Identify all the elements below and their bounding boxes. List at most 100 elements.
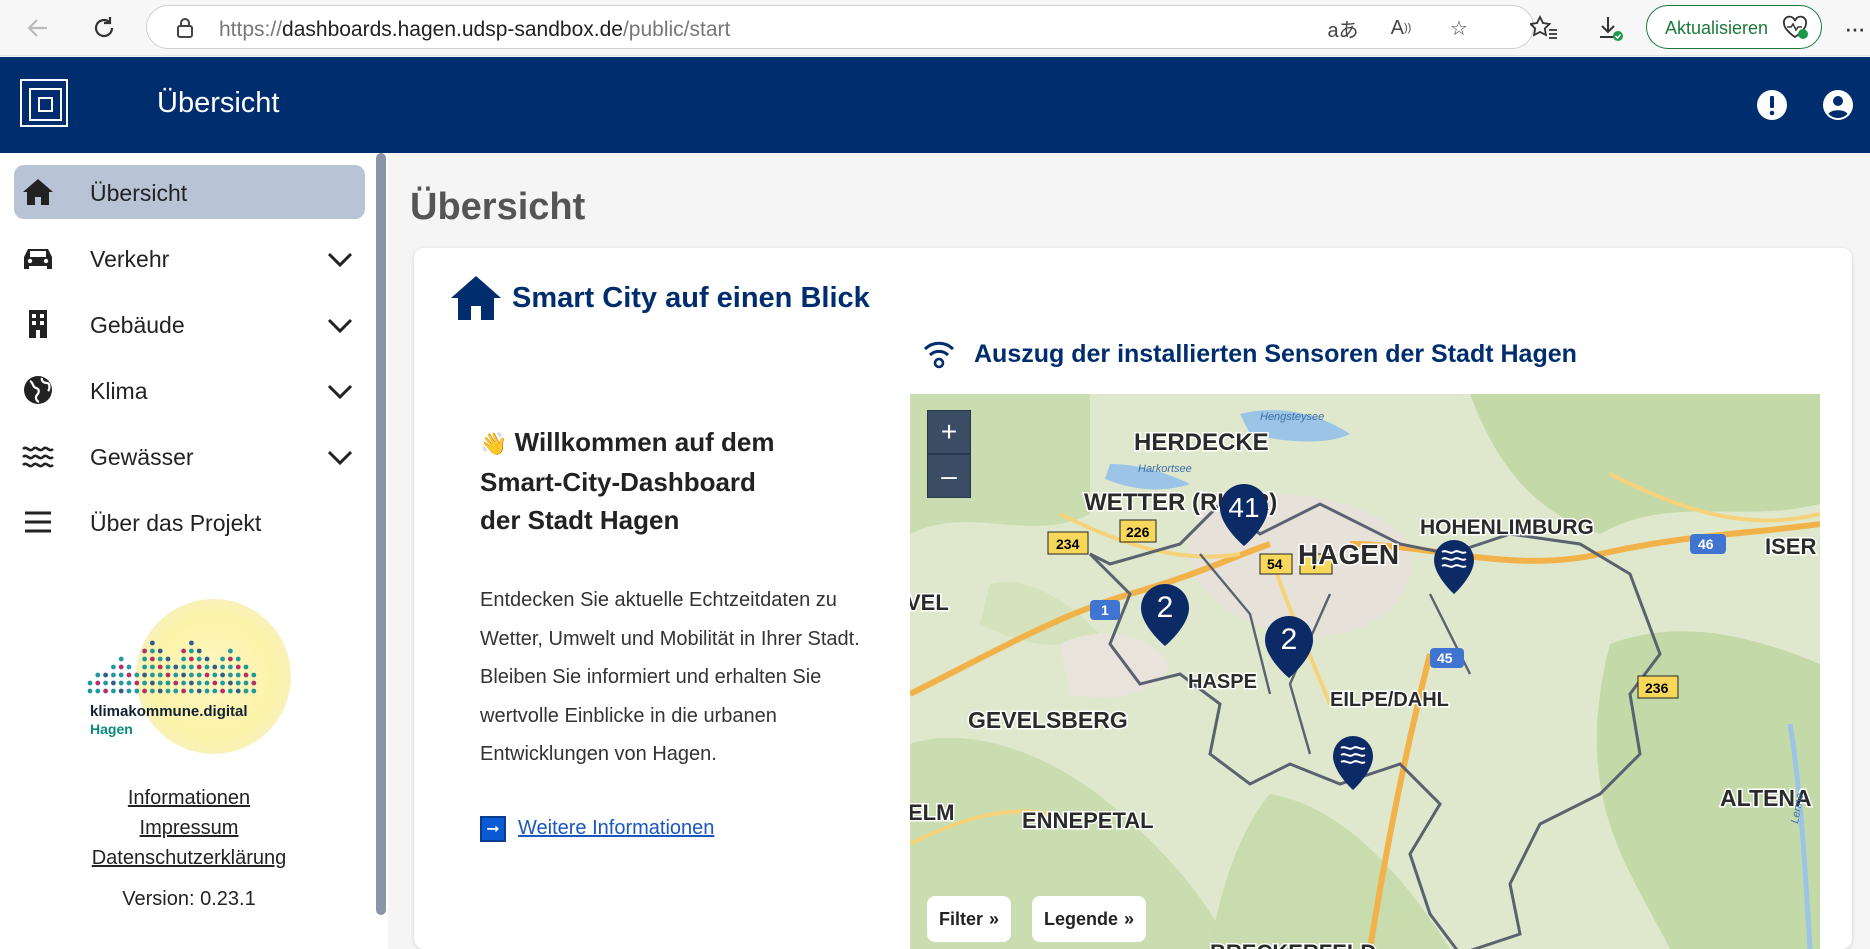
logo-dot bbox=[181, 680, 186, 686]
logo-dot bbox=[228, 688, 233, 694]
logo-dot bbox=[189, 664, 194, 670]
road-label-226: 226 bbox=[1126, 524, 1150, 540]
logo-dot bbox=[134, 688, 140, 694]
logo-dot bbox=[95, 680, 101, 686]
sidebar-scrollbar[interactable] bbox=[376, 153, 386, 915]
logo-dot bbox=[126, 680, 132, 686]
logo-dot bbox=[235, 680, 241, 686]
logo-dot bbox=[118, 664, 124, 670]
logo-dot bbox=[126, 688, 132, 694]
logo-dot bbox=[142, 664, 147, 670]
logo-dot bbox=[150, 688, 155, 694]
back-button[interactable] bbox=[18, 8, 58, 48]
datenschutz-link[interactable]: Datenschutzerklärung bbox=[0, 847, 378, 870]
impressum-link[interactable]: Impressum bbox=[0, 817, 378, 840]
map-legend-button[interactable]: Legende » bbox=[1032, 896, 1147, 942]
sidebar-item-gewaesser[interactable]: Gewässer bbox=[14, 429, 365, 483]
sidebar-item-klima[interactable]: Klima bbox=[14, 363, 365, 417]
road-label-46: 46 bbox=[1698, 536, 1714, 552]
informationen-link[interactable]: Informationen bbox=[0, 787, 378, 810]
logo-dot bbox=[228, 672, 233, 678]
water-sensor-marker[interactable] bbox=[1434, 540, 1474, 594]
sidebar-item-label: Über das Projekt bbox=[90, 510, 262, 536]
road-label-1: 1 bbox=[1101, 602, 1109, 618]
water-sensor-marker[interactable] bbox=[1333, 736, 1373, 790]
zoom-in-button[interactable]: + bbox=[927, 410, 971, 454]
logo-dot bbox=[111, 680, 116, 686]
logo-dot bbox=[220, 688, 226, 694]
logo-dot bbox=[173, 680, 179, 686]
home-icon bbox=[23, 179, 53, 205]
map-filter-button[interactable]: Filter » bbox=[927, 896, 1012, 942]
filter-label: Filter bbox=[939, 908, 984, 929]
logo-dot bbox=[150, 680, 155, 686]
sidebar-item-label: Verkehr bbox=[90, 246, 170, 272]
cluster-marker-eilpe[interactable]: 2 bbox=[1265, 616, 1313, 678]
favorites-icon[interactable] bbox=[1526, 10, 1562, 46]
sidebar-item-gebaeude[interactable]: Gebäude bbox=[14, 297, 365, 351]
map-canvas[interactable]: 234 226 54 7 1 45 46 236 HERDECKE WETTER… bbox=[910, 394, 1820, 949]
logo-dot bbox=[157, 664, 163, 670]
zoom-out-button[interactable]: – bbox=[927, 454, 971, 498]
sensor-map[interactable]: 234 226 54 7 1 45 46 236 HERDECKE WETTER… bbox=[910, 394, 1820, 949]
weitere-informationen-label[interactable]: Weitere Informationen bbox=[518, 817, 714, 840]
sidebar-item-ueber-das-projekt[interactable]: Über das Projekt bbox=[14, 495, 365, 549]
logo-dot bbox=[220, 680, 226, 686]
welcome-line-3: der Stadt Hagen bbox=[480, 505, 680, 535]
logo-dot bbox=[220, 664, 226, 670]
read-aloud-icon[interactable]: A)) bbox=[1385, 13, 1417, 43]
place-label-gevelsberg: GEVELSBERG bbox=[968, 707, 1128, 733]
chevron-down-icon[interactable] bbox=[326, 314, 354, 336]
user-account-icon[interactable] bbox=[1822, 89, 1854, 121]
logo-dot bbox=[118, 688, 124, 694]
welcome-heading: 👋 Willkommen auf dem Smart-City-Dashboar… bbox=[480, 423, 810, 539]
logo-dot bbox=[134, 680, 140, 686]
alert-icon[interactable] bbox=[1756, 89, 1788, 121]
page-title: Übersicht bbox=[410, 186, 586, 228]
reload-button[interactable] bbox=[84, 8, 124, 48]
water-waves-icon bbox=[22, 446, 54, 468]
url-path: /public/start bbox=[622, 18, 731, 41]
chevron-down-icon[interactable] bbox=[326, 248, 354, 270]
sidebar-item-uebersicht[interactable]: Übersicht bbox=[14, 165, 365, 219]
logo-dot bbox=[196, 688, 202, 694]
logo-dot bbox=[212, 680, 218, 686]
favorite-star-icon[interactable]: ☆ bbox=[1443, 13, 1475, 43]
double-chevron-right-icon: » bbox=[1124, 908, 1135, 929]
app-logo-icon[interactable] bbox=[20, 79, 68, 127]
sidebar: Übersicht Verkehr Gebäude Klima Gewässer… bbox=[0, 153, 388, 949]
cluster-count: 2 bbox=[1157, 591, 1174, 624]
logo-dot bbox=[181, 688, 186, 694]
cluster-count: 2 bbox=[1281, 623, 1298, 656]
sidebar-item-verkehr[interactable]: Verkehr bbox=[14, 231, 365, 285]
logo-subtext: Hagen bbox=[90, 721, 133, 737]
browser-toolbar: https://dashboards.hagen.udsp-sandbox.de… bbox=[0, 0, 1870, 56]
logo-dot bbox=[111, 664, 116, 670]
logo-dot bbox=[157, 688, 163, 694]
lock-icon[interactable] bbox=[169, 13, 201, 43]
url-text[interactable]: https://dashboards.hagen.udsp-sandbox.de… bbox=[219, 18, 730, 42]
logo-dot bbox=[189, 640, 194, 646]
update-button[interactable]: Aktualisieren bbox=[1646, 5, 1822, 49]
logo-dot bbox=[228, 664, 233, 670]
logo-dot bbox=[126, 664, 132, 670]
logo-dot bbox=[251, 680, 257, 686]
place-label-breckerfeld: BRECKERFELD bbox=[1210, 940, 1376, 949]
address-bar[interactable]: https://dashboards.hagen.udsp-sandbox.de… bbox=[146, 5, 1534, 49]
welcome-line-1: Willkommen auf dem bbox=[514, 427, 775, 457]
chevron-down-icon[interactable] bbox=[326, 446, 354, 468]
logo-dot bbox=[204, 688, 210, 694]
chevron-down-icon[interactable] bbox=[326, 380, 354, 402]
place-label-vel: VEL bbox=[910, 590, 949, 615]
double-chevron-right-icon: » bbox=[989, 908, 1000, 929]
cluster-marker-haspe[interactable]: 2 bbox=[1141, 584, 1189, 646]
more-options-icon[interactable]: ··· bbox=[1836, 10, 1870, 46]
welcome-description: Entdecken Sie aktuelle Echtzeitdaten zu … bbox=[480, 589, 860, 765]
globe-icon bbox=[24, 376, 52, 404]
logo-dot bbox=[212, 688, 218, 694]
cluster-count: 41 bbox=[1228, 492, 1259, 523]
translate-icon[interactable]: aあ bbox=[1327, 13, 1359, 43]
place-label-eilpe-dahl: EILPE/DAHL bbox=[1330, 689, 1449, 711]
downloads-icon[interactable] bbox=[1592, 10, 1628, 46]
water-label-hengsteysee: Hengsteysee bbox=[1260, 411, 1324, 423]
